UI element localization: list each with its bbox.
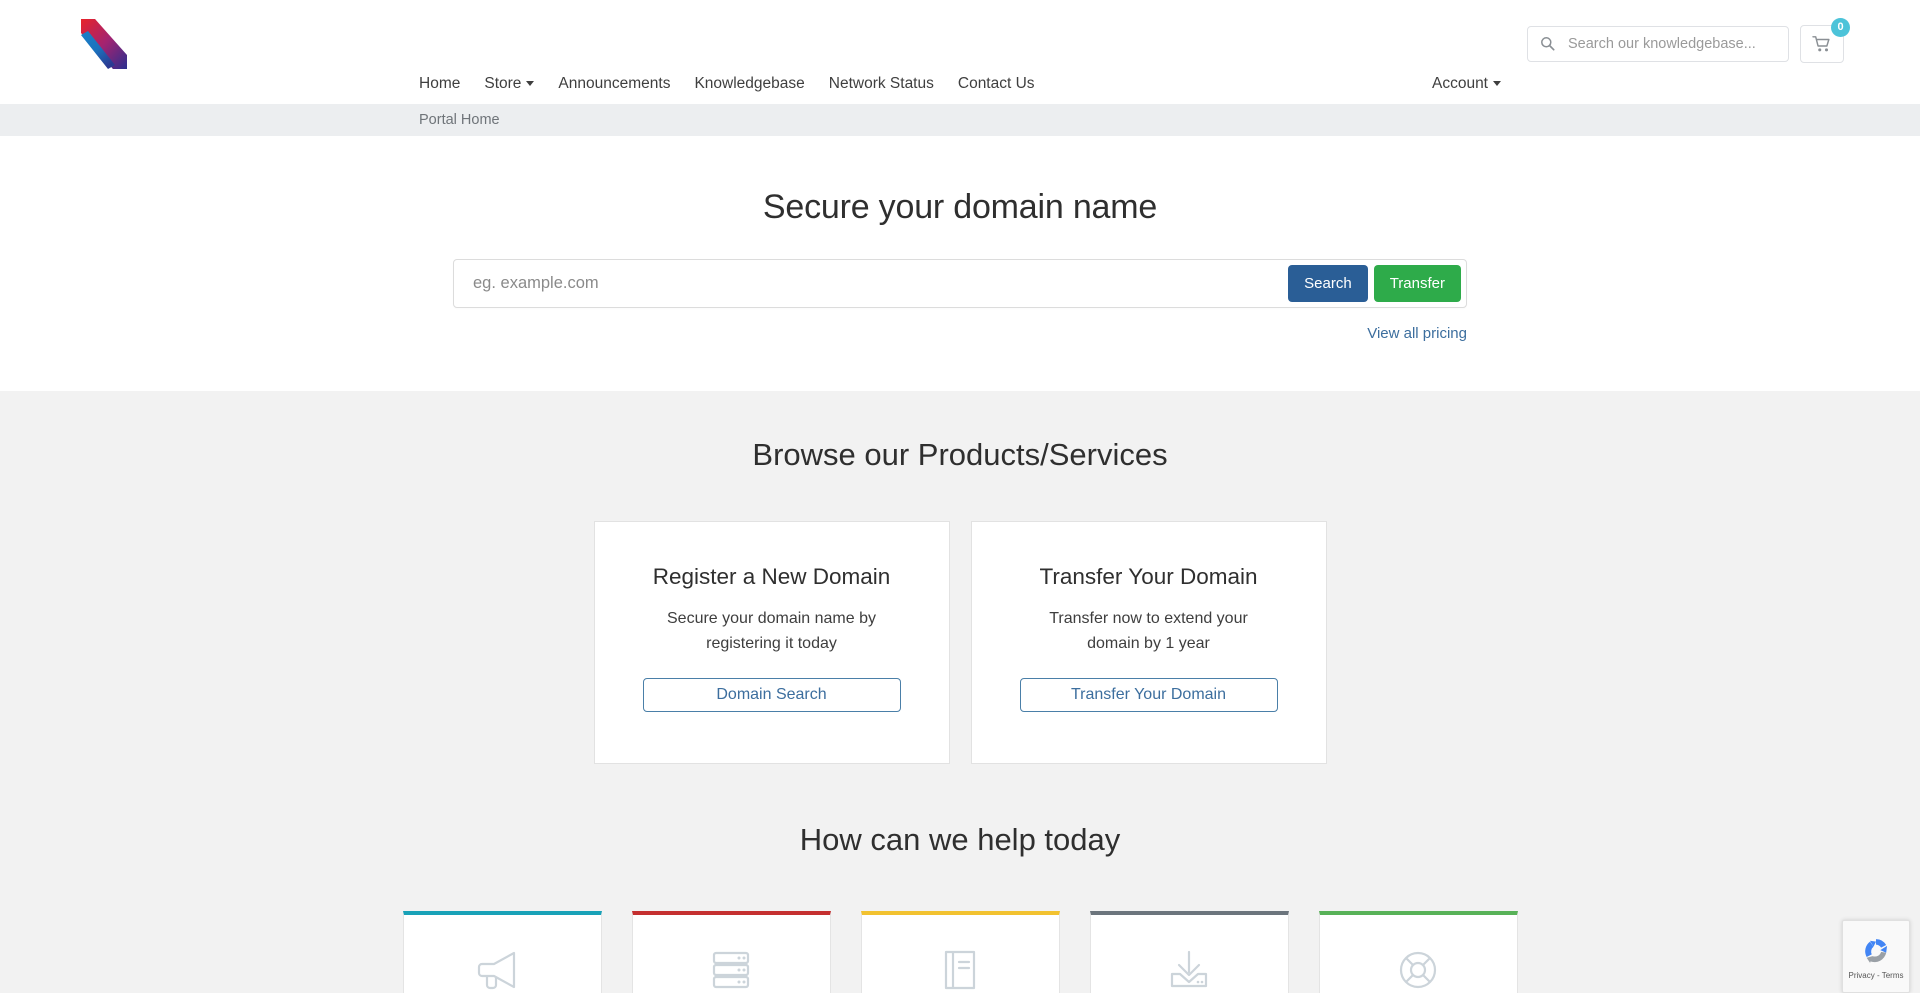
help-section-title: How can we help today (799, 822, 1121, 857)
domain-search-hero: Secure your domain name Search Transfer … (0, 136, 1920, 391)
breadcrumb: Portal Home (344, 111, 1576, 129)
nav-item-knowledgebase[interactable]: Knowledgebase (682, 74, 816, 93)
download-icon (1170, 950, 1208, 988)
transfer-domain-cta-button[interactable]: Transfer Your Domain (1019, 677, 1278, 712)
navbar-inner: Home Store Announcements Knowledgebase N… (344, 74, 1576, 93)
nav-item-store-label: Store (484, 75, 522, 92)
nav-item-account-label: Account (1431, 75, 1488, 92)
site-logo-link[interactable] (0, 15, 133, 73)
domain-search-box: Search Transfer (453, 259, 1467, 308)
product-card-title: Register a New Domain (652, 564, 891, 589)
main-navbar: Home Store Announcements Knowledgebase N… (0, 74, 1920, 93)
nav-item-account[interactable]: Account (1432, 74, 1501, 93)
nav-item-store[interactable]: Store (472, 74, 546, 93)
domain-transfer-button[interactable]: Transfer (1373, 265, 1461, 302)
products-section-title: Browse our Products/Services (752, 437, 1168, 472)
recaptcha-icon (1865, 938, 1888, 963)
help-card-submit-ticket[interactable]: Submit a Ticket (1318, 911, 1518, 993)
cart-count-badge: 0 (1831, 17, 1850, 37)
portal-page: 0 Home Store Announcements Knowledgebase… (0, 0, 1920, 993)
domain-search-button[interactable]: Search (1288, 265, 1368, 302)
search-input[interactable] (1566, 34, 1776, 53)
help-card-network-status[interactable]: Network Status (631, 911, 831, 993)
breadcrumb-item-portal-home[interactable]: Portal Home (419, 112, 500, 128)
brand-n-logo-icon (81, 18, 127, 69)
knowledgebase-search[interactable] (1527, 25, 1789, 62)
shopping-cart-icon (1812, 35, 1830, 51)
chevron-down-icon (526, 81, 535, 86)
product-card-description: Transfer now to extend your domain by 1 … (1049, 610, 1248, 652)
product-card-register-domain: Register a New Domain Secure your domain… (593, 521, 950, 764)
chevron-down-icon (1493, 81, 1501, 86)
product-card-transfer-domain: Transfer Your Domain Transfer now to ext… (970, 521, 1327, 764)
book-icon (944, 950, 976, 990)
help-card-knowledgebase[interactable]: Knowledgebase (860, 911, 1060, 993)
megaphone-icon (477, 951, 516, 990)
breadcrumb-bar: Portal Home (0, 104, 1920, 136)
help-section: How can we help today Announcements (0, 822, 1920, 993)
search-icon (1541, 37, 1555, 51)
product-card-description: Secure your domain name by registering i… (667, 610, 876, 652)
recaptcha-badge[interactable]: Privacy - Terms (1842, 920, 1910, 993)
product-card-row: Register a New Domain Secure your domain… (0, 521, 1920, 764)
nav-item-contact-us[interactable]: Contact Us (946, 74, 1047, 93)
lifebuoy-icon (1399, 951, 1437, 989)
page-title: Secure your domain name (762, 188, 1158, 226)
server-icon (712, 951, 750, 989)
nav-item-network-status[interactable]: Network Status (817, 74, 946, 93)
cart-button[interactable]: 0 (1800, 17, 1850, 63)
nav-item-home[interactable]: Home (419, 74, 472, 93)
help-card-announcements[interactable]: Announcements (402, 911, 602, 993)
navbar-account: Account (1432, 74, 1501, 93)
nav-item-announcements[interactable]: Announcements (546, 74, 682, 93)
help-card-row: Announcements Network Status (0, 911, 1920, 993)
recaptcha-terms-text: Privacy - Terms (1848, 970, 1904, 980)
site-header: 0 Home Store Announcements Knowledgebase… (0, 0, 1920, 93)
navbar-links: Home Store Announcements Knowledgebase N… (419, 74, 1047, 93)
products-services-section: Browse our Products/Services Register a … (0, 391, 1920, 993)
domain-search-cta-button[interactable]: Domain Search (642, 677, 901, 712)
domain-search-input[interactable] (454, 273, 1289, 294)
product-card-title: Transfer Your Domain (1039, 564, 1258, 589)
header-right: 0 (1527, 17, 1850, 63)
pricing-row: View all pricing (453, 325, 1467, 343)
view-all-pricing-link[interactable]: View all pricing (1367, 325, 1467, 342)
help-card-downloads[interactable]: Downloads (1089, 911, 1289, 993)
